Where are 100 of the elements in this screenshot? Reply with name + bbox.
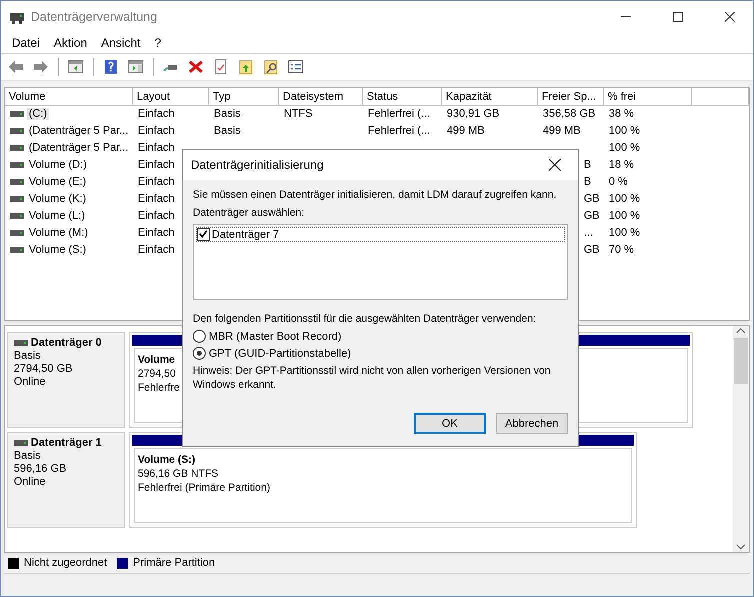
table-cell: 0 % <box>609 176 628 188</box>
checklist-icon <box>288 59 304 75</box>
menu-item[interactable]: Ansicht <box>94 36 148 50</box>
table-cell: GB <box>584 192 600 204</box>
maximize-icon <box>673 12 683 22</box>
column-header[interactable]: Typ <box>209 88 279 106</box>
window-pane-icon <box>68 59 84 75</box>
partition-status: Fehlerfre <box>138 382 180 394</box>
dialog-message: Sie müssen einen Datenträger initialisieren, damit LDM darauf zugreifen kann. <box>193 188 558 202</box>
disk-name: Datenträger 0 <box>31 337 102 349</box>
dialog-button[interactable]: OK <box>414 413 486 434</box>
column-header[interactable]: % frei <box>604 88 692 106</box>
table-cell: 100 % <box>609 210 640 222</box>
radio-button[interactable] <box>193 330 206 343</box>
table-cell-text: Volume (K:) <box>28 192 88 204</box>
table-cell: Einfach <box>138 142 175 154</box>
legend-label: Nicht zugeordnet <box>24 557 108 569</box>
table-cell: Fehlerfrei (... <box>368 108 430 120</box>
field-label: Datenträger auswählen: <box>193 206 306 220</box>
partition-status: Fehlerfrei (Primäre Partition) <box>138 482 270 494</box>
close-icon <box>725 12 735 22</box>
table-cell: 70 % <box>609 244 634 256</box>
table-cell-text: Volume (L:) <box>28 210 86 222</box>
check-document-icon <box>213 59 229 75</box>
folder-search-icon <box>263 59 279 75</box>
table-cell-text: Volume (M:) <box>28 226 90 238</box>
radio-button[interactable] <box>193 347 206 360</box>
table-cell-text: (Datenträger 5 Par... <box>28 142 130 154</box>
disk-list[interactable]: Datenträger 7 <box>193 224 568 300</box>
table-cell: B <box>584 176 592 188</box>
partition-title: Volume (S:) <box>138 454 196 466</box>
menu-item[interactable]: ? <box>148 36 168 50</box>
dialog-button[interactable]: Abbrechen <box>496 413 568 434</box>
disk-name: Datenträger 1 <box>31 437 102 449</box>
drive-icon <box>14 340 28 346</box>
table-cell: Basis <box>214 124 241 136</box>
forward-icon <box>33 59 49 75</box>
legend-label: Primäre Partition <box>133 557 216 569</box>
table-cell: 499 MB <box>543 124 581 136</box>
table-cell: (C:) <box>27 108 50 120</box>
table-cell: Basis <box>214 108 241 120</box>
table-cell: Fehlerfrei (... <box>368 124 430 136</box>
table-cell: 18 % <box>609 158 634 170</box>
table-cell: Einfach <box>138 176 175 188</box>
delete-icon <box>188 59 204 75</box>
table-cell: Einfach <box>138 124 175 136</box>
folder-up-icon <box>238 59 254 75</box>
table-cell: 100 % <box>609 124 640 136</box>
column-header[interactable]: Freier Sp... <box>538 88 604 106</box>
radio-label[interactable]: MBR (Master Boot Record) <box>209 330 342 342</box>
table-cell: Einfach <box>138 108 175 120</box>
table-cell: GB <box>584 244 600 256</box>
radio-label[interactable]: GPT (GUID-Partitionstabelle) <box>209 348 352 360</box>
table-cell: GB <box>584 210 600 222</box>
table-cell: 356,58 GB <box>543 108 596 120</box>
drive-icon <box>10 196 24 202</box>
column-header[interactable]: Dateisystem <box>279 88 363 106</box>
drive-icon <box>10 144 24 150</box>
note-text: Hinweis: Der GPT-Partitionsstil wird nicht von allen vorherigen Versionen von Windows erkannt. <box>193 364 552 392</box>
column-header[interactable]: Kapazität <box>442 88 538 106</box>
column-header[interactable]: Status <box>363 88 442 106</box>
disk-type: Basis <box>14 450 42 462</box>
disk-type: Basis <box>14 350 42 362</box>
disk-info-panel[interactable]: Datenträger 0 Basis 2794,50 GB Online <box>7 332 125 428</box>
partition-title: Volume <box>138 354 176 366</box>
table-cell: 499 MB <box>447 124 485 136</box>
drive-icon <box>10 178 24 184</box>
back-icon <box>8 59 24 75</box>
disk-state: Online <box>14 476 47 488</box>
drive-icon <box>10 162 24 168</box>
table-cell: 100 % <box>609 192 640 204</box>
disk-state: Online <box>14 376 47 388</box>
list-item[interactable]: Datenträger 7 <box>212 228 280 240</box>
close-icon <box>549 159 561 171</box>
check-icon <box>199 230 208 239</box>
table-cell: Einfach <box>138 244 175 256</box>
table-cell: Einfach <box>138 210 175 222</box>
column-header[interactable]: Volume <box>5 88 133 106</box>
scroll-up-icon <box>736 326 746 336</box>
menu-item[interactable]: Aktion <box>47 36 94 50</box>
table-cell-text: Volume (D:) <box>28 158 88 170</box>
drive-icon <box>10 128 24 134</box>
checkbox[interactable] <box>197 228 210 241</box>
table-cell: 100 % <box>609 142 640 154</box>
table-cell: Einfach <box>138 192 175 204</box>
table-cell: ... <box>584 226 594 238</box>
disk-size: 2794,50 GB <box>14 363 74 375</box>
window-title: Datenträgerverwaltung <box>31 10 158 24</box>
disk-info-panel[interactable]: Datenträger 1 Basis 596,16 GB Online <box>7 432 125 528</box>
drive-icon <box>10 110 24 116</box>
drive-icon <box>14 440 28 446</box>
table-cell: 930,91 GB <box>447 108 500 120</box>
drive-icon <box>10 230 24 236</box>
menu-item[interactable]: Datei <box>5 36 48 50</box>
scrollbar-thumb[interactable] <box>734 338 748 384</box>
table-cell-text: Volume (E:) <box>28 176 88 188</box>
table-cell: 38 % <box>609 108 634 120</box>
scrollbar[interactable] <box>733 326 749 552</box>
partition-size: 596,16 GB NTFS <box>138 468 219 480</box>
column-header[interactable]: Layout <box>133 88 209 106</box>
